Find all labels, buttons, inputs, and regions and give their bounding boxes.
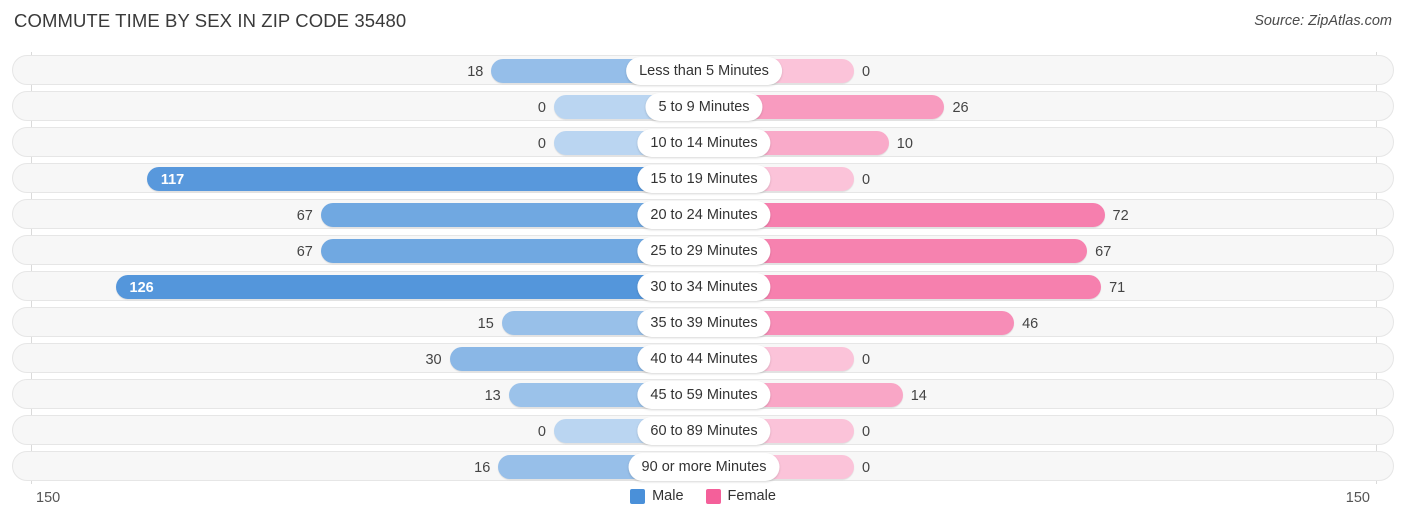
bar-value-male: 126 <box>129 280 154 296</box>
bar-value-male: 0 <box>537 136 546 152</box>
category-label-pill: Less than 5 Minutes <box>626 57 782 85</box>
bar-value-male: 67 <box>296 244 313 260</box>
table-row[interactable]: 117 0 15 to 19 Minutes <box>12 163 1394 193</box>
source-attribution: Source: ZipAtlas.com <box>1254 13 1392 29</box>
bar-value-female: 46 <box>1022 316 1039 332</box>
bar-value-female: 26 <box>952 100 969 116</box>
bar-value-female: 71 <box>1109 280 1126 296</box>
bar-value-male: 30 <box>425 352 442 368</box>
category-label-pill: 30 to 34 Minutes <box>637 273 771 301</box>
table-row[interactable]: 15 46 35 to 39 Minutes <box>12 307 1394 337</box>
category-label-pill: 40 to 44 Minutes <box>637 345 771 373</box>
bar-value-female: 67 <box>1095 244 1112 260</box>
chart-plot-area: 18 0 Less than 5 Minutes 0 26 5 to 9 Minutes 0… <box>0 52 1406 484</box>
category-label-pill: 60 to 89 Minutes <box>637 417 771 445</box>
legend-item-male[interactable]: Male <box>630 488 684 504</box>
bar-value-female: 0 <box>862 460 871 476</box>
bar-value-female: 72 <box>1112 208 1129 224</box>
bar-value-female: 0 <box>862 64 871 80</box>
chart-legend: Male Female <box>0 488 1406 504</box>
category-label-pill: 5 to 9 Minutes <box>645 93 763 121</box>
category-label-pill: 20 to 24 Minutes <box>637 201 771 229</box>
bar-value-female: 0 <box>862 424 871 440</box>
bar-value-female: 14 <box>910 388 927 404</box>
bar-value-female: 0 <box>862 352 871 368</box>
category-label-pill: 45 to 59 Minutes <box>637 381 771 409</box>
table-row[interactable]: 67 72 20 to 24 Minutes <box>12 199 1394 229</box>
bar-value-male: 15 <box>477 316 494 332</box>
table-row[interactable]: 30 0 40 to 44 Minutes <box>12 343 1394 373</box>
table-row[interactable]: 0 26 5 to 9 Minutes <box>12 91 1394 121</box>
chart-footer: 150 150 Male Female <box>0 484 1406 523</box>
category-label-pill: 10 to 14 Minutes <box>637 129 771 157</box>
table-row[interactable]: 67 67 25 to 29 Minutes <box>12 235 1394 265</box>
bar-value-male: 16 <box>474 460 491 476</box>
bar-value-male: 0 <box>537 100 546 116</box>
table-row[interactable]: 126 71 30 to 34 Minutes <box>12 271 1394 301</box>
category-label-pill: 35 to 39 Minutes <box>637 309 771 337</box>
legend-swatch-male <box>630 488 646 504</box>
category-label-pill: 25 to 29 Minutes <box>637 237 771 265</box>
legend-item-female[interactable]: Female <box>705 488 776 504</box>
table-row[interactable]: 0 0 60 to 89 Minutes <box>12 415 1394 445</box>
bar-male[interactable] <box>146 167 704 191</box>
legend-label-male: Male <box>652 488 684 504</box>
bar-value-male: 117 <box>160 172 185 188</box>
page-title: COMMUTE TIME BY SEX IN ZIP CODE 35480 <box>14 10 407 31</box>
bar-value-female: 0 <box>862 172 871 188</box>
bar-value-female: 10 <box>896 136 913 152</box>
legend-label-female: Female <box>727 488 776 504</box>
category-label-pill: 15 to 19 Minutes <box>637 165 771 193</box>
bar-value-male: 0 <box>537 424 546 440</box>
table-row[interactable]: 16 0 90 or more Minutes <box>12 451 1394 481</box>
table-row[interactable]: 13 14 45 to 59 Minutes <box>12 379 1394 409</box>
category-label-pill: 90 or more Minutes <box>628 453 780 481</box>
bar-value-male: 67 <box>296 208 313 224</box>
legend-swatch-female <box>705 488 721 504</box>
bar-male[interactable] <box>115 275 704 299</box>
table-row[interactable]: 0 10 10 to 14 Minutes <box>12 127 1394 157</box>
bar-value-male: 18 <box>467 64 484 80</box>
bar-value-male: 13 <box>484 388 501 404</box>
table-row[interactable]: 18 0 Less than 5 Minutes <box>12 55 1394 85</box>
